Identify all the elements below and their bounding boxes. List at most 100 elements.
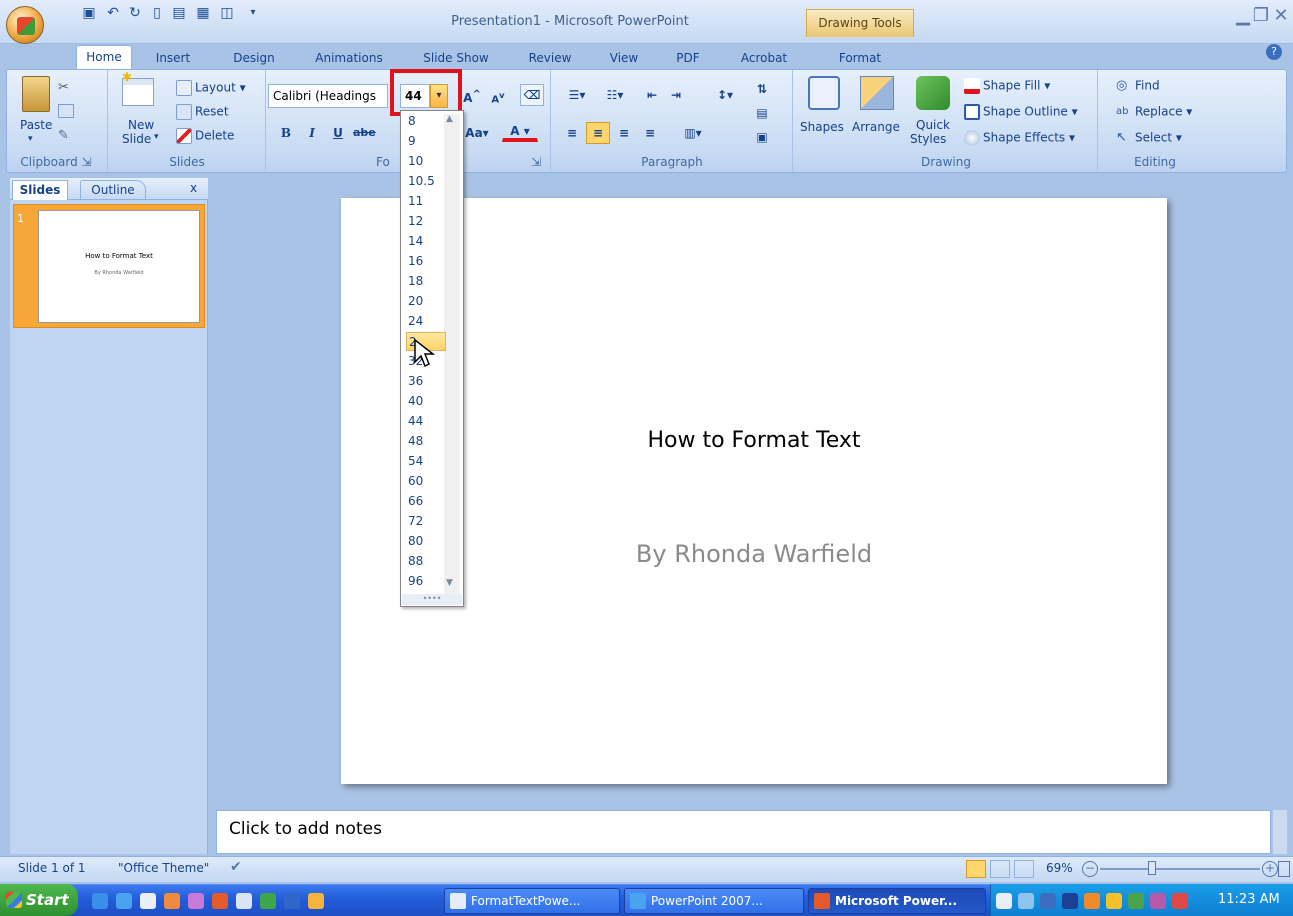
font-size-option[interactable]: 60 (406, 472, 446, 491)
tray-icon-3[interactable] (1040, 893, 1056, 909)
print-icon[interactable]: ▦ (194, 4, 212, 22)
increase-indent-icon[interactable]: ⇥ (664, 84, 688, 106)
new-slide-label-1[interactable]: New (128, 118, 154, 132)
underline-button[interactable]: U (326, 122, 350, 144)
font-size-option[interactable]: 24 (406, 312, 446, 331)
align-left-icon[interactable]: ≡ (560, 122, 584, 144)
excel-quicklaunch-icon[interactable] (260, 893, 276, 909)
cut-icon[interactable]: ✂ (58, 80, 74, 95)
tab-review[interactable]: Review (522, 47, 578, 69)
grow-font-button[interactable]: A^ (460, 84, 484, 106)
font-size-option[interactable]: 44 (406, 412, 446, 431)
align-text-icon[interactable]: ▤ (748, 102, 776, 124)
undo-icon[interactable]: ↶ (104, 4, 122, 22)
open-icon[interactable]: ▤ (170, 4, 188, 22)
dropdown-scrollbar[interactable] (444, 114, 460, 594)
reset-button[interactable]: Reset (176, 104, 229, 120)
font-size-option[interactable]: 18 (406, 272, 446, 291)
shape-effects-button[interactable]: Shape Effects ▾ (964, 130, 1075, 146)
layout-button[interactable]: Layout ▾ (176, 80, 246, 96)
font-size-option[interactable]: 88 (406, 552, 446, 571)
office-button[interactable] (6, 6, 44, 44)
format-painter-icon[interactable]: ✎ (58, 128, 74, 144)
quick-styles-label-1[interactable]: Quick (916, 118, 950, 132)
tray-icon-8[interactable] (1150, 893, 1166, 909)
font-size-option[interactable]: 72 (406, 512, 446, 531)
tray-icon-2[interactable] (1018, 893, 1034, 909)
zoom-level[interactable]: 69% (1046, 861, 1073, 875)
tab-design[interactable]: Design (224, 47, 284, 69)
quicklaunch-icon-3[interactable] (140, 893, 156, 909)
numbering-icon[interactable]: ☷▾ (598, 84, 632, 106)
font-size-option[interactable]: 96 (406, 572, 446, 591)
tab-animations[interactable]: Animations (306, 47, 392, 69)
tab-acrobat[interactable]: Acrobat (732, 47, 796, 69)
zoom-in-icon[interactable]: + (1262, 861, 1278, 877)
tab-pdf[interactable]: PDF (668, 47, 708, 69)
bold-button[interactable]: B (274, 122, 298, 144)
font-size-option[interactable]: 10 (406, 152, 446, 171)
slide-thumbnail[interactable] (38, 210, 200, 323)
save-icon[interactable]: ▣ (80, 4, 98, 22)
start-button[interactable]: Start (0, 884, 78, 916)
spell-check-icon[interactable]: ✔ (230, 859, 242, 875)
taskbar-item-formattext[interactable]: FormatTextPowe... (444, 888, 620, 914)
tray-icon-5[interactable] (1084, 893, 1100, 909)
font-size-option[interactable]: 36 (406, 372, 446, 391)
paste-dropdown-icon[interactable]: ▾ (28, 134, 33, 144)
font-dialog-launcher-icon[interactable]: ⇲ (528, 154, 544, 170)
tab-view[interactable]: View (602, 47, 646, 69)
quicklaunch-icon-5[interactable] (188, 893, 204, 909)
taskbar-item-microsoft-powerpoint[interactable]: Microsoft Power... (808, 888, 986, 914)
clear-formatting-icon[interactable]: ⌫ (520, 84, 544, 106)
new-slide-dropdown-icon[interactable]: ▾ (154, 132, 159, 142)
close-icon[interactable]: ✕ (1270, 6, 1292, 26)
new-icon[interactable]: ▯ (148, 4, 166, 22)
tray-icon-9[interactable] (1172, 893, 1188, 909)
strikethrough-button[interactable]: abe (352, 122, 376, 144)
text-direction-icon[interactable]: ⇅ (748, 78, 776, 100)
font-name-box[interactable]: Calibri (Headings (268, 84, 388, 108)
taskbar-item-powerpoint-2007[interactable]: PowerPoint 2007... (624, 888, 804, 914)
slide-title[interactable]: How to Format Text (341, 428, 1167, 453)
zoom-slider-thumb[interactable] (1148, 861, 1156, 875)
slide-sorter-icon[interactable] (990, 860, 1010, 878)
scroll-up-icon[interactable]: ▲ (446, 114, 453, 124)
slide-canvas[interactable] (341, 198, 1167, 784)
fit-to-window-icon[interactable] (1278, 861, 1290, 877)
shield-icon[interactable] (1106, 893, 1122, 909)
font-size-option[interactable]: 66 (406, 492, 446, 511)
tab-format[interactable]: Format (830, 47, 890, 69)
help-icon[interactable]: ? (1266, 44, 1282, 60)
tray-icon-4[interactable] (1062, 893, 1078, 909)
font-color-button[interactable]: A ▾ (502, 120, 538, 142)
redo-icon[interactable]: ↻ (126, 4, 144, 22)
font-size-option[interactable]: 11 (406, 192, 446, 211)
tray-icon-1[interactable] (996, 893, 1012, 909)
font-size-option[interactable]: 10.5 (406, 172, 446, 191)
line-spacing-icon[interactable]: ↕▾ (708, 84, 742, 106)
arrange-button[interactable]: Arrange (852, 120, 900, 134)
font-size-option[interactable]: 16 (406, 252, 446, 271)
tab-insert[interactable]: Insert (148, 47, 198, 69)
notes-scrollbar[interactable] (1273, 810, 1287, 854)
replace-button[interactable]: ab Replace ▾ (1116, 104, 1192, 120)
paste-button[interactable]: Paste (20, 118, 52, 132)
new-slide-label-2[interactable]: Slide (122, 132, 151, 146)
font-size-option[interactable]: 9 (406, 132, 446, 151)
align-right-icon[interactable]: ≡ (612, 122, 636, 144)
font-size-option[interactable]: 54 (406, 452, 446, 471)
quicklaunch-icon-10[interactable] (308, 893, 324, 909)
normal-view-icon[interactable] (966, 860, 986, 878)
font-size-option[interactable]: 48 (406, 432, 446, 451)
quick-styles-label-2[interactable]: Styles (910, 132, 946, 146)
tray-icon-7[interactable] (1128, 893, 1144, 909)
quicklaunch-icon-7[interactable] (236, 893, 252, 909)
quicklaunch-icon-4[interactable] (164, 893, 180, 909)
notes-pane[interactable]: Click to add notes (216, 810, 1271, 854)
powerpoint-quicklaunch-icon[interactable] (212, 893, 228, 909)
columns-icon[interactable]: ▥▾ (676, 122, 710, 144)
change-case-button[interactable]: Aa▾ (462, 122, 492, 144)
word-quicklaunch-icon[interactable] (284, 893, 300, 909)
font-size-option[interactable]: 12 (406, 212, 446, 231)
